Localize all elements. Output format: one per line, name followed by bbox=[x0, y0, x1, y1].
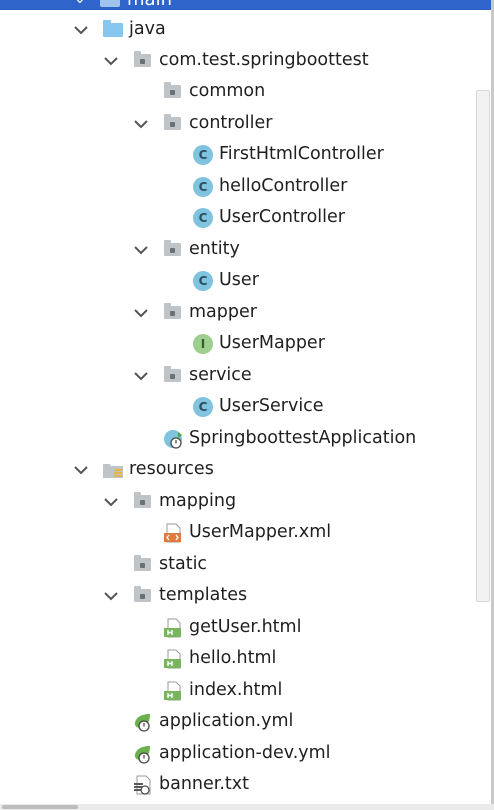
chevron-down-icon[interactable] bbox=[102, 493, 120, 511]
text-file-icon bbox=[134, 775, 151, 795]
tree-item-application-yml[interactable]: application.yml bbox=[0, 706, 476, 737]
class-icon: C bbox=[193, 208, 213, 228]
tree-item-label: entity bbox=[189, 239, 240, 259]
tree-item-label: banner.txt bbox=[159, 774, 250, 794]
class-icon: C bbox=[193, 271, 213, 291]
package-icon bbox=[163, 303, 183, 323]
tree-item-service[interactable]: service bbox=[0, 360, 476, 391]
class-icon: C bbox=[193, 177, 213, 197]
tree-item-label: helloController bbox=[219, 176, 348, 196]
tree-item-label: UserController bbox=[219, 207, 345, 227]
horizontal-scrollbar[interactable] bbox=[0, 804, 494, 810]
chevron-down-icon[interactable] bbox=[132, 367, 150, 385]
chevron-down-icon[interactable] bbox=[72, 461, 90, 479]
class-icon: C bbox=[193, 145, 213, 165]
tree-item-label: User bbox=[219, 270, 259, 290]
tree-item-static[interactable]: static bbox=[0, 549, 476, 580]
spring-config-icon bbox=[135, 746, 150, 764]
tree-item-label: SpringboottestApplication bbox=[189, 428, 417, 448]
package-icon bbox=[163, 240, 183, 260]
tree-item-package[interactable]: com.test.springboottest bbox=[0, 45, 476, 76]
tree-item-label: service bbox=[189, 365, 252, 385]
scrollbar-thumb[interactable] bbox=[2, 805, 78, 809]
tree-item-templates[interactable]: templates bbox=[0, 580, 476, 611]
tree-item-label: static bbox=[159, 554, 208, 574]
tree-item-label: getUser.html bbox=[189, 617, 302, 637]
tree-item-mapper[interactable]: mapper bbox=[0, 297, 476, 328]
class-icon: C bbox=[193, 397, 213, 417]
tree-item-index-html[interactable]: index.html bbox=[0, 675, 476, 706]
tree-item-mapping[interactable]: mapping bbox=[0, 486, 476, 517]
tree-item-label: FirstHtmlController bbox=[219, 144, 384, 164]
tree-item-springboottestapplication[interactable]: SpringboottestApplication bbox=[0, 423, 476, 454]
vertical-scrollbar[interactable] bbox=[476, 90, 490, 602]
tree-item-label: controller bbox=[189, 113, 273, 133]
tree-item-label: UserMapper.xml bbox=[189, 522, 332, 542]
spring-config-icon bbox=[135, 714, 150, 732]
tree-item-hellocontroller[interactable]: C helloController bbox=[0, 171, 476, 202]
package-icon bbox=[163, 82, 183, 102]
tree-item-common[interactable]: common bbox=[0, 76, 476, 107]
chevron-down-icon[interactable] bbox=[102, 52, 120, 70]
tree-item-banner-txt[interactable]: banner.txt bbox=[0, 769, 476, 800]
tree-item-hello-html[interactable]: hello.html bbox=[0, 643, 476, 674]
tree-item-label: templates bbox=[159, 585, 248, 605]
java-source-folder-icon bbox=[103, 20, 123, 40]
tree-item-label: hello.html bbox=[189, 648, 277, 668]
tree-item-label: com.test.springboottest bbox=[159, 50, 369, 70]
chevron-down-icon[interactable] bbox=[72, 21, 90, 39]
tree-item-controller[interactable]: controller bbox=[0, 108, 476, 139]
xml-file-icon bbox=[164, 523, 181, 543]
chevron-down-icon[interactable] bbox=[132, 241, 150, 259]
tree-item-resources[interactable]: resources bbox=[0, 454, 476, 485]
chevron-down-icon[interactable] bbox=[132, 115, 150, 133]
tree-item-usermapper[interactable]: I UserMapper bbox=[0, 328, 476, 359]
tree-item-label: application.yml bbox=[159, 711, 294, 731]
tree-item-label: index.html bbox=[189, 680, 283, 700]
interface-icon: I bbox=[193, 334, 213, 354]
tree-item-java[interactable]: java bbox=[0, 14, 476, 45]
tree-item-user[interactable]: C User bbox=[0, 265, 476, 296]
folder-icon bbox=[133, 586, 153, 606]
tree-item-getuser-html[interactable]: getUser.html bbox=[0, 612, 476, 643]
package-icon bbox=[163, 114, 183, 134]
spring-boot-app-icon bbox=[164, 430, 182, 449]
tree-item-label: UserMapper bbox=[219, 333, 325, 353]
package-icon bbox=[133, 51, 153, 71]
package-icon bbox=[163, 366, 183, 386]
html-file-icon bbox=[164, 618, 181, 638]
tree-item-usercontroller[interactable]: C UserController bbox=[0, 202, 476, 233]
folder-icon bbox=[133, 492, 153, 512]
tree-item-label: common bbox=[189, 81, 266, 101]
tree-item-label: java bbox=[129, 19, 166, 39]
chevron-down-icon[interactable] bbox=[132, 304, 150, 322]
tree-item-label: application-dev.yml bbox=[159, 743, 331, 763]
tree-item-entity[interactable]: entity bbox=[0, 234, 476, 265]
tree-item-label: UserService bbox=[219, 396, 324, 416]
html-file-icon bbox=[164, 681, 181, 701]
tree-item-userservice[interactable]: C UserService bbox=[0, 391, 476, 422]
tree-item-firsthtmlcontroller[interactable]: C FirstHtmlController bbox=[0, 139, 476, 170]
tree-item-application-dev-yml[interactable]: application-dev.yml bbox=[0, 738, 476, 769]
tree-item-usermapper-xml[interactable]: UserMapper.xml bbox=[0, 517, 476, 548]
tree-item-label: mapper bbox=[189, 302, 257, 322]
resources-folder-icon bbox=[103, 464, 123, 478]
chevron-down-icon[interactable] bbox=[102, 587, 120, 605]
html-file-icon bbox=[164, 649, 181, 669]
project-tree: java com.test.springboottest common cont… bbox=[0, 0, 476, 810]
folder-icon bbox=[133, 555, 153, 575]
tree-item-label: resources bbox=[129, 459, 214, 479]
tree-item-label: mapping bbox=[159, 491, 237, 511]
